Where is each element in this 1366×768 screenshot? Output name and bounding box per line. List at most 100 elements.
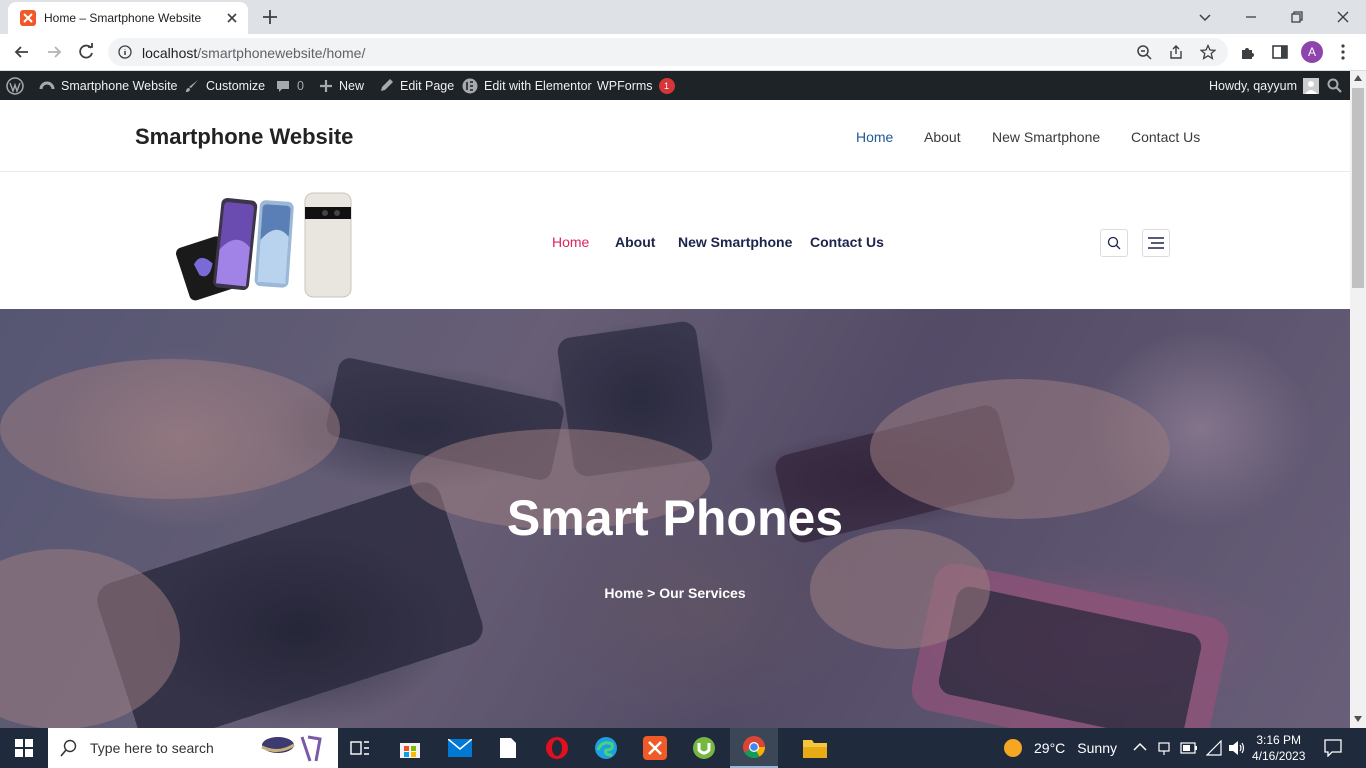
- back-icon[interactable]: [12, 42, 32, 62]
- admin-new-label: New: [339, 78, 365, 93]
- side-panel-icon[interactable]: [1270, 42, 1290, 62]
- header1-nav-new-smartphone[interactable]: New Smartphone: [992, 129, 1100, 145]
- meet-now-icon[interactable]: [1157, 740, 1171, 756]
- store-icon: [400, 743, 420, 758]
- page-scrollbar[interactable]: [1350, 71, 1366, 728]
- taskbar-clock[interactable]: 3:16 PM 4/16/2023: [1252, 732, 1305, 764]
- header-search-button[interactable]: [1100, 229, 1128, 257]
- zoom-icon[interactable]: [1136, 44, 1152, 60]
- pencil-icon: [381, 79, 393, 91]
- wifi-icon[interactable]: [1206, 740, 1222, 756]
- header1-nav-contact-us[interactable]: Contact Us: [1131, 129, 1200, 145]
- header1-nav-about[interactable]: About: [924, 129, 961, 145]
- notifications-icon[interactable]: [1324, 739, 1342, 757]
- new-tab-icon[interactable]: [260, 7, 280, 27]
- clock-date: 4/16/2023: [1252, 749, 1306, 763]
- clock-time: 3:16 PM: [1256, 733, 1302, 747]
- admin-new[interactable]: New: [319, 71, 364, 100]
- site-header-primary: Smartphone Website Home About New Smartp…: [0, 100, 1350, 172]
- opera-icon: [546, 737, 568, 759]
- restore-icon[interactable]: [1286, 6, 1308, 28]
- admin-howdy-label: Howdy, qayyum: [1209, 78, 1297, 93]
- header-menu-button[interactable]: [1142, 229, 1170, 257]
- taskbar-search-box[interactable]: Type here to search: [48, 728, 338, 768]
- address-bar[interactable]: localhost/smartphonewebsite/home/: [108, 38, 1228, 66]
- admin-comments[interactable]: 0: [275, 71, 304, 100]
- taskbar-search-placeholder: Type here to search: [90, 740, 214, 756]
- search-highlight-icon: [261, 735, 322, 762]
- hero-section: Smart Phones Home > Our Services: [0, 309, 1350, 728]
- task-view-button[interactable]: [336, 728, 384, 768]
- opera-app[interactable]: [533, 728, 581, 768]
- sun-icon: [1004, 739, 1022, 757]
- dashboard-icon: [39, 81, 55, 89]
- xampp-app[interactable]: [631, 728, 679, 768]
- site-header-elementor: Home About New Smartphone Contact Us: [0, 173, 1350, 309]
- extensions-icon[interactable]: [1238, 42, 1258, 62]
- mail-app[interactable]: [436, 728, 484, 768]
- user-avatar-icon: [1303, 77, 1319, 94]
- url-text: localhost/smartphonewebsite/home/: [142, 45, 365, 61]
- browser-tab[interactable]: Home – Smartphone Website: [8, 2, 248, 34]
- scrollbar-thumb[interactable]: [1352, 88, 1364, 288]
- document-icon: [500, 738, 516, 758]
- battery-icon[interactable]: [1180, 742, 1198, 754]
- wpforms-notification-badge: 1: [658, 77, 675, 94]
- site-info-icon[interactable]: [118, 45, 132, 59]
- header2-nav-about[interactable]: About: [615, 234, 655, 250]
- wordpress-logo-icon[interactable]: [6, 71, 30, 100]
- forward-icon[interactable]: [44, 42, 64, 62]
- admin-customize[interactable]: Customize: [184, 71, 265, 100]
- header1-nav-home[interactable]: Home: [856, 129, 893, 145]
- site-title[interactable]: Smartphone Website: [135, 124, 353, 150]
- scroll-down-arrow-icon[interactable]: [1354, 716, 1362, 722]
- edge-app[interactable]: [582, 728, 630, 768]
- admin-edit-elementor-label: Edit with Elementor: [484, 78, 592, 93]
- elementor-icon: [462, 78, 478, 93]
- scroll-up-arrow-icon[interactable]: [1354, 75, 1362, 81]
- file-app[interactable]: [484, 728, 532, 768]
- reload-icon[interactable]: [76, 42, 96, 62]
- admin-edit-elementor[interactable]: Edit with Elementor: [462, 71, 592, 100]
- admin-edit-page[interactable]: Edit Page: [379, 71, 454, 100]
- admin-site-name[interactable]: Smartphone Website: [39, 71, 178, 100]
- task-view-icon: [350, 741, 369, 755]
- profile-avatar[interactable]: A: [1301, 41, 1323, 63]
- share-icon[interactable]: [1168, 44, 1184, 60]
- utorrent-app[interactable]: [680, 728, 728, 768]
- close-tab-icon[interactable]: [224, 10, 240, 26]
- chrome-menu-icon[interactable]: [1333, 42, 1353, 62]
- chrome-icon: [743, 736, 765, 758]
- window-close-icon[interactable]: [1332, 6, 1354, 28]
- microsoft-store-app[interactable]: [386, 728, 434, 768]
- start-button[interactable]: [0, 728, 48, 768]
- taskbar-search-icon: [60, 739, 77, 757]
- folder-icon: [803, 740, 827, 758]
- smartphones-logo-image[interactable]: [175, 191, 355, 301]
- admin-site-name-label: Smartphone Website: [61, 78, 178, 93]
- taskbar-weather[interactable]: 29°C Sunny: [1003, 738, 1117, 758]
- windows-taskbar: Type here to search 29°C Sunny 3:16 PM 4…: [0, 728, 1366, 768]
- admin-search-icon[interactable]: [1327, 71, 1348, 100]
- header2-nav-new-smartphone[interactable]: New Smartphone: [678, 234, 792, 250]
- tab-search-chevron-icon[interactable]: [1194, 6, 1216, 28]
- header2-nav-home[interactable]: Home: [552, 234, 589, 250]
- minimize-icon[interactable]: [1240, 6, 1262, 28]
- url-host: localhost: [142, 45, 198, 61]
- url-path: /smartphonewebsite/home/: [197, 45, 366, 61]
- hero-title: Smart Phones: [506, 490, 844, 546]
- admin-wpforms[interactable]: WPForms 1: [597, 71, 675, 100]
- volume-icon[interactable]: [1228, 740, 1246, 756]
- admin-wpforms-label: WPForms: [597, 78, 653, 93]
- utorrent-icon: [693, 737, 715, 759]
- chrome-app[interactable]: [730, 728, 778, 768]
- tray-chevron-up-icon[interactable]: [1133, 742, 1147, 752]
- bookmark-star-icon[interactable]: [1200, 44, 1216, 60]
- header2-nav-contact-us[interactable]: Contact Us: [810, 234, 884, 250]
- brush-icon: [186, 79, 198, 92]
- wp-admin-bar: Smartphone Website Customize 0 New Edit …: [0, 71, 1350, 100]
- comment-icon: [277, 80, 289, 92]
- file-explorer-app[interactable]: [791, 728, 839, 768]
- admin-howdy[interactable]: Howdy, qayyum: [1209, 71, 1325, 100]
- xampp-favicon-icon: [20, 10, 36, 26]
